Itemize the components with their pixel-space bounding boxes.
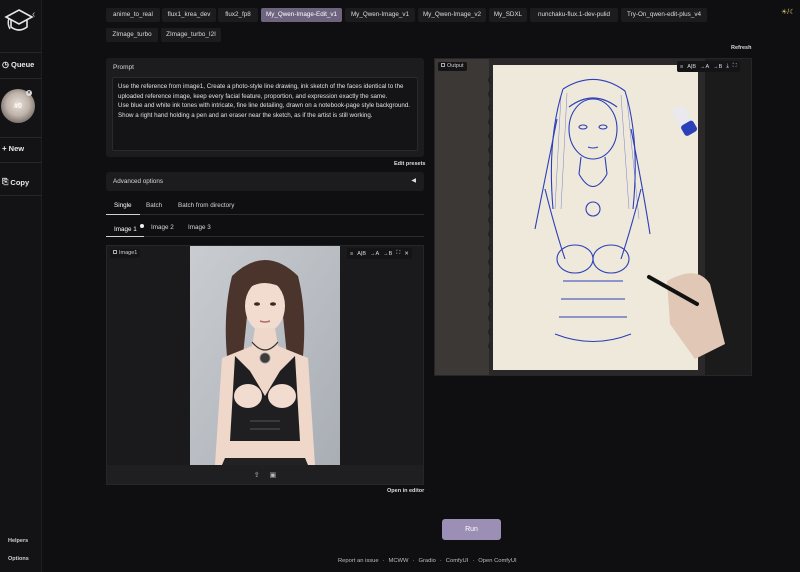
copy-button[interactable]: ⎘ Copy bbox=[2, 177, 40, 187]
tab-single[interactable]: Single bbox=[114, 202, 132, 209]
advanced-options-label: Advanced options bbox=[113, 178, 164, 185]
menu-icon[interactable]: ≡ bbox=[350, 251, 353, 257]
fullscreen-icon[interactable]: ⛶ bbox=[396, 250, 400, 257]
output-panel: Output ≡ A|B →A →B ⤓ ⛶ bbox=[434, 58, 752, 376]
tab-image-2[interactable]: Image 2 bbox=[151, 224, 174, 231]
image1-tag-label: Image1 bbox=[119, 250, 138, 256]
image-icon bbox=[113, 250, 117, 254]
caret-left-icon: ◀ bbox=[411, 178, 416, 184]
footer-separator: · bbox=[472, 558, 475, 564]
advanced-options-accordion[interactable]: Advanced options ◀ bbox=[106, 172, 424, 191]
output-toolbar: ≡ A|B →A →B ⤓ ⛶ bbox=[677, 61, 740, 72]
model-tab-anime-to-real[interactable]: anime_to_real bbox=[106, 8, 160, 22]
model-tab-try-on-qwen-edit-plus[interactable]: Try-On_qwen-edit-plus_v4 bbox=[621, 8, 707, 22]
prompt-panel: Prompt Use the reference from image1, Cr… bbox=[106, 58, 424, 157]
new-label: New bbox=[8, 144, 25, 153]
mcww-link[interactable]: MCWW bbox=[389, 558, 409, 564]
close-icon[interactable]: ✕ bbox=[404, 251, 409, 257]
open-in-editor-button[interactable]: Open in editor bbox=[387, 488, 424, 494]
tab-image-1[interactable]: Image 1 bbox=[114, 224, 144, 233]
clock-icon: ◷ bbox=[2, 60, 9, 69]
report-issue-link[interactable]: Report an issue bbox=[338, 558, 379, 564]
plus-icon: + bbox=[2, 144, 7, 153]
queue-button[interactable]: ◷ Queue bbox=[2, 60, 40, 69]
helpers-link[interactable]: Helpers bbox=[8, 538, 28, 544]
image-actions-bar: ⇪ ▣ bbox=[107, 465, 423, 484]
footer-separator: · bbox=[412, 558, 415, 564]
new-button[interactable]: + New bbox=[2, 144, 40, 153]
menu-icon[interactable]: ≡ bbox=[680, 64, 683, 70]
tab-image-3[interactable]: Image 3 bbox=[188, 224, 211, 231]
app-logo-icon[interactable] bbox=[4, 6, 34, 36]
output-tag-label: Output bbox=[447, 63, 464, 69]
image1-tag: Image1 bbox=[110, 249, 141, 258]
prompt-textarea[interactable]: Use the reference from image1, Create a … bbox=[112, 77, 418, 151]
prompt-label: Prompt bbox=[113, 64, 134, 71]
active-tab-indicator bbox=[106, 214, 140, 215]
model-tab-my-qwen-image-edit-v1[interactable]: My_Qwen-Image-Edit_v1 bbox=[261, 8, 342, 22]
queue-item-thumbnail[interactable]: #0 × bbox=[1, 89, 35, 123]
edit-presets-button[interactable]: Edit presets bbox=[394, 161, 425, 167]
tab-batch[interactable]: Batch bbox=[146, 202, 162, 209]
image-toolbar: ≡ A|B →A →B ⛶ ✕ bbox=[347, 248, 412, 259]
upload-icon[interactable]: ⇪ bbox=[254, 471, 260, 479]
send-to-a-button[interactable]: →A bbox=[370, 251, 379, 257]
collapse-sidebar-icon[interactable]: ‹ bbox=[32, 9, 35, 20]
queue-label: Queue bbox=[10, 60, 35, 69]
download-icon[interactable]: ⤓ bbox=[726, 63, 728, 70]
send-to-b-button[interactable]: →B bbox=[383, 251, 392, 257]
image-input-panel: Image1 ≡ A|B →A →B ⛶ ✕ ⇪ ▣ bbox=[106, 245, 424, 485]
modified-dot-icon bbox=[139, 224, 144, 228]
footer-separator: · bbox=[439, 558, 442, 564]
compare-button[interactable]: A|B bbox=[687, 64, 696, 70]
model-tab-flux2-fp8[interactable]: flux2_fp8 bbox=[218, 8, 258, 22]
compare-button[interactable]: A|B bbox=[357, 251, 366, 257]
footer-separator: · bbox=[382, 558, 385, 564]
mode-tabs: Single Batch Batch from directory bbox=[106, 199, 424, 215]
theme-toggle-icon[interactable]: ☀/☾ bbox=[781, 8, 796, 16]
divider bbox=[0, 137, 42, 138]
queue-item-number: #0 bbox=[14, 102, 22, 110]
tab-batch-from-directory[interactable]: Batch from directory bbox=[178, 202, 234, 209]
model-tab-flux1-krea-dev[interactable]: flux1_krea_dev bbox=[162, 8, 216, 22]
close-icon[interactable]: × bbox=[26, 90, 32, 96]
model-tab-zimage-turbo-i2i[interactable]: ZImage_turbo_I2I bbox=[161, 28, 221, 42]
model-tab-nunchaku-flux-pulid[interactable]: nunchaku-flux.1-dev-pulid bbox=[530, 8, 618, 22]
fullscreen-icon[interactable]: ⛶ bbox=[733, 63, 737, 70]
copy-icon: ⎘ bbox=[2, 177, 9, 186]
image-tabs: Image 1 Image 2 Image 3 bbox=[106, 221, 424, 237]
model-tab-my-qwen-image-v1[interactable]: My_Qwen-Image_v1 bbox=[345, 8, 415, 22]
gradio-link[interactable]: Gradio bbox=[418, 558, 435, 564]
output-sketch-image[interactable] bbox=[435, 59, 751, 375]
run-button[interactable]: Run bbox=[442, 519, 501, 540]
send-to-b-button[interactable]: →B bbox=[713, 64, 722, 70]
divider bbox=[0, 52, 42, 53]
copy-label: Copy bbox=[10, 177, 30, 187]
divider bbox=[0, 162, 42, 163]
model-tab-zimage-turbo[interactable]: ZImage_turbo bbox=[106, 28, 158, 42]
clipboard-icon[interactable]: ▣ bbox=[270, 471, 277, 479]
comfyui-link[interactable]: ComfyUI bbox=[446, 558, 469, 564]
open-comfyui-link[interactable]: Open ComfyUI bbox=[478, 558, 516, 564]
options-link[interactable]: Options bbox=[8, 556, 29, 562]
model-tab-my-qwen-image-v2[interactable]: My_Qwen-Image_v2 bbox=[418, 8, 486, 22]
tab-image-1-label: Image 1 bbox=[114, 226, 137, 233]
active-tab-indicator bbox=[106, 236, 144, 237]
model-tab-my-sdxl[interactable]: My_SDXL bbox=[489, 8, 527, 22]
output-tag: Output bbox=[438, 62, 467, 71]
divider bbox=[0, 195, 42, 196]
refresh-button[interactable]: Refresh bbox=[731, 45, 751, 51]
sidebar: ‹ ◷ Queue #0 × + New ⎘ Copy Helpers Opti… bbox=[0, 0, 42, 572]
footer: Report an issue · MCWW · Gradio · ComfyU… bbox=[338, 558, 517, 564]
input-photo[interactable] bbox=[190, 246, 340, 465]
divider bbox=[0, 78, 42, 79]
send-to-a-button[interactable]: →A bbox=[700, 64, 709, 70]
image-icon bbox=[441, 63, 445, 67]
